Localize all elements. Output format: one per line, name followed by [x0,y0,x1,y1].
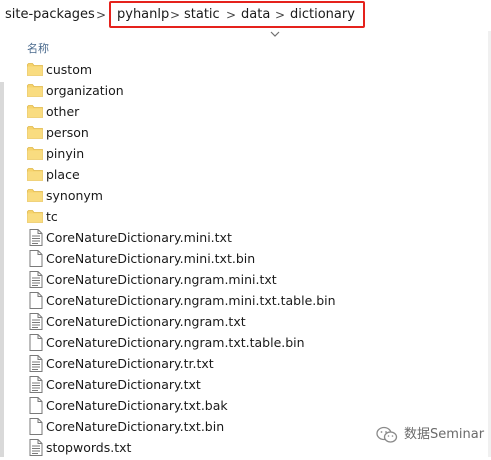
file-name: CoreNatureDictionary.ngram.txt.table.bin [46,335,305,350]
folder-icon [27,104,43,121]
file-icon [29,334,45,351]
text-file-icon [29,439,45,456]
file-row[interactable]: CoreNatureDictionary.tr.txt [24,353,444,374]
file-name: CoreNatureDictionary.txt.bin [46,419,225,434]
address-bar[interactable]: site-packages > pyhanlp > static > data … [0,0,491,31]
file-name: CoreNatureDictionary.mini.txt.bin [46,251,256,266]
file-icon [29,418,45,435]
file-icon [29,397,45,414]
folder-row[interactable]: place [24,164,444,185]
file-name: custom [46,62,93,77]
highlight-box [109,1,365,28]
file-row[interactable]: CoreNatureDictionary.ngram.mini.txt [24,269,444,290]
file-name: pinyin [46,146,85,161]
file-row[interactable]: CoreNatureDictionary.mini.txt [24,227,444,248]
file-name: CoreNatureDictionary.txt [46,377,201,392]
file-name: CoreNatureDictionary.txt.bak [46,398,228,413]
text-file-icon [29,313,45,330]
text-file-icon [29,271,45,288]
file-row[interactable]: CoreNatureDictionary.ngram.txt.table.bin [24,332,444,353]
folder-row[interactable]: organization [24,80,444,101]
wechat-icon [376,426,398,444]
navigation-pane-edge [0,82,4,457]
file-name: CoreNatureDictionary.ngram.mini.txt [46,272,277,287]
folder-row[interactable]: synonym [24,185,444,206]
folder-icon [27,125,43,142]
folder-icon [27,209,43,226]
file-name: tc [46,209,58,224]
folder-icon [27,188,43,205]
folder-row[interactable]: tc [24,206,444,227]
file-name: place [46,167,80,182]
folder-row[interactable]: other [24,101,444,122]
folder-icon [27,83,43,100]
file-name: CoreNatureDictionary.ngram.mini.txt.tabl… [46,293,336,308]
file-name: other [46,104,80,119]
file-row[interactable]: CoreNatureDictionary.txt [24,374,444,395]
column-header-name[interactable]: 名称 [27,40,49,56]
file-icon [29,292,45,309]
file-row[interactable]: CoreNatureDictionary.txt.bak [24,395,444,416]
file-name: stopwords.txt [46,440,132,455]
file-name: synonym [46,188,103,203]
file-name: CoreNatureDictionary.tr.txt [46,356,214,371]
file-name: CoreNatureDictionary.ngram.txt [46,314,246,329]
folder-row[interactable]: person [24,122,444,143]
breadcrumb-site-packages[interactable]: site-packages [5,6,95,24]
watermark-text: 数据Seminar [404,427,485,442]
folder-row[interactable]: custom [24,59,444,80]
text-file-icon [29,376,45,393]
folder-icon [27,167,43,184]
file-row[interactable]: CoreNatureDictionary.ngram.mini.txt.tabl… [24,290,444,311]
folder-icon [27,62,43,79]
text-file-icon [29,355,45,372]
file-row[interactable]: CoreNatureDictionary.mini.txt.bin [24,248,444,269]
file-name: CoreNatureDictionary.mini.txt [46,230,232,245]
folder-row[interactable]: pinyin [24,143,444,164]
folder-icon [27,146,43,163]
file-name: person [46,125,89,140]
breadcrumb-separator[interactable]: > [96,6,106,24]
sort-chevron-icon[interactable] [270,31,280,39]
file-row[interactable]: CoreNatureDictionary.ngram.txt [24,311,444,332]
text-file-icon [29,229,45,246]
file-name: organization [46,83,124,98]
file-icon [29,250,45,267]
